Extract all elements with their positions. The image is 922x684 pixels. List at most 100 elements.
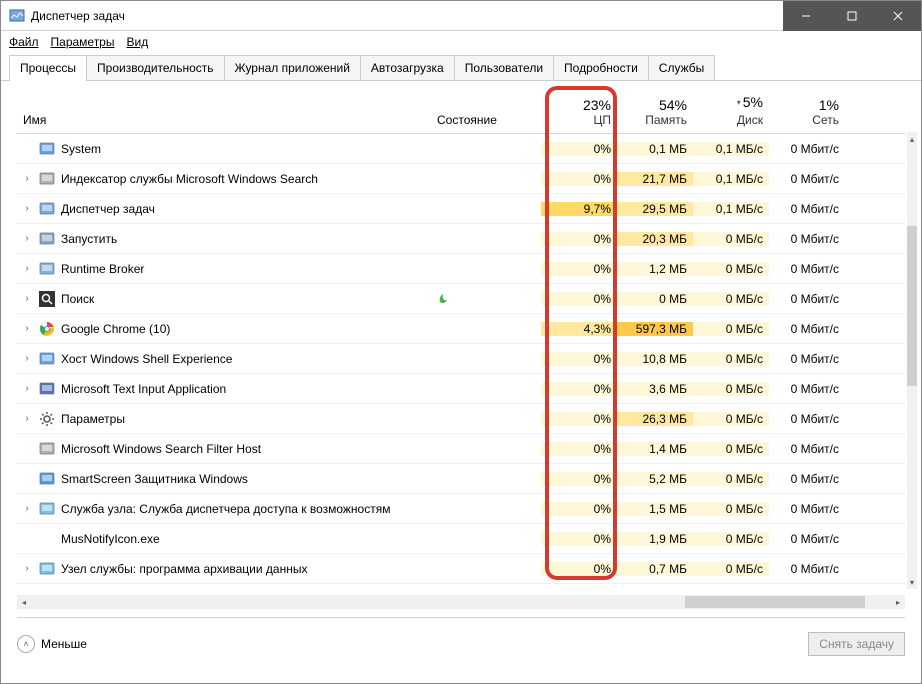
tab-bar: ПроцессыПроизводительностьЖурнал приложе… xyxy=(1,55,921,81)
expand-toggle-icon[interactable]: › xyxy=(21,353,33,364)
table-body: System0%0,1 МБ0,1 МБ/с0 Мбит/с›Индексато… xyxy=(17,134,905,586)
tab-0[interactable]: Процессы xyxy=(9,55,87,80)
network-value: 0 Мбит/с xyxy=(769,412,845,426)
expand-toggle-icon[interactable]: › xyxy=(21,413,33,424)
disk-value: 0 МБ/с xyxy=(693,532,769,546)
table-row[interactable]: System0%0,1 МБ0,1 МБ/с0 Мбит/с xyxy=(17,134,905,164)
menubar: Файл Параметры Вид xyxy=(1,31,921,55)
cpu-value: 0% xyxy=(541,382,617,396)
menu-view[interactable]: Вид xyxy=(126,35,148,49)
expand-toggle-icon[interactable]: › xyxy=(21,383,33,394)
network-value: 0 Мбит/с xyxy=(769,562,845,576)
table-row[interactable]: SmartScreen Защитника Windows0%5,2 МБ0 М… xyxy=(17,464,905,494)
table-row[interactable]: › Microsoft Text Input Application 0%3,6 М… xyxy=(17,374,905,404)
search-icon xyxy=(39,291,55,307)
table-row[interactable]: ›Индексатор службы Microsoft Windows Sea… xyxy=(17,164,905,194)
shell-icon xyxy=(39,351,55,367)
maximize-button[interactable] xyxy=(829,1,875,31)
network-value: 0 Мбит/с xyxy=(769,442,845,456)
network-value: 0 Мбит/с xyxy=(769,352,845,366)
expand-toggle-icon[interactable]: › xyxy=(21,293,33,304)
close-button[interactable] xyxy=(875,1,921,31)
cpu-value: 9,7% xyxy=(541,202,617,216)
column-cpu[interactable]: 23% ЦП xyxy=(541,94,617,133)
scroll-right-icon[interactable]: ▸ xyxy=(891,598,905,607)
table-row[interactable]: ›Узел службы: программа архивации данных… xyxy=(17,554,905,584)
hscrollbar-thumb[interactable] xyxy=(685,596,865,608)
expand-toggle-icon[interactable]: › xyxy=(21,323,33,334)
tab-6[interactable]: Службы xyxy=(648,55,715,80)
column-network[interactable]: 1% Сеть xyxy=(769,94,845,133)
cpu-value: 0% xyxy=(541,502,617,516)
scrollbar-thumb[interactable] xyxy=(907,226,917,386)
table-row[interactable]: MusNotifyIcon.exe 0%1,9 МБ0 МБ/с0 Мбит/с xyxy=(17,524,905,554)
end-task-button[interactable]: Снять задачу xyxy=(808,632,905,656)
network-value: 0 Мбит/с xyxy=(769,142,845,156)
expand-toggle-icon[interactable]: › xyxy=(21,563,33,574)
sort-indicator-icon: ▾ xyxy=(737,98,741,107)
table-row[interactable]: Microsoft Windows Search Filter Host0%1,… xyxy=(17,434,905,464)
tab-4[interactable]: Пользователи xyxy=(454,55,554,80)
process-name: Параметры xyxy=(61,412,125,426)
disk-value: 0 МБ/с xyxy=(693,472,769,486)
table-row[interactable]: ›Поиск0%0 МБ0 МБ/с0 Мбит/с xyxy=(17,284,905,314)
disk-value: 0 МБ/с xyxy=(693,322,769,336)
service-icon xyxy=(39,561,55,577)
expand-toggle-icon[interactable]: › xyxy=(21,173,33,184)
table-row[interactable]: ›Запустить0%20,3 МБ0 МБ/с0 Мбит/с xyxy=(17,224,905,254)
scroll-down-icon[interactable]: ▾ xyxy=(907,575,917,589)
network-value: 0 Мбит/с xyxy=(769,292,845,306)
table-row[interactable]: ›Google Chrome (10)4,3%597,3 МБ0 МБ/с0 М… xyxy=(17,314,905,344)
scroll-left-icon[interactable]: ◂ xyxy=(17,598,31,607)
cpu-value: 0% xyxy=(541,562,617,576)
memory-value: 5,2 МБ xyxy=(617,472,693,486)
tab-1[interactable]: Производительность xyxy=(86,55,224,80)
column-state[interactable]: Состояние xyxy=(431,93,541,133)
tab-3[interactable]: Автозагрузка xyxy=(360,55,455,80)
vertical-scrollbar[interactable]: ▴ ▾ xyxy=(907,132,917,589)
blank-icon xyxy=(39,531,55,547)
tab-5[interactable]: Подробности xyxy=(553,55,649,80)
expand-toggle-icon[interactable]: › xyxy=(21,263,33,274)
menu-file[interactable]: Файл xyxy=(9,35,39,49)
column-memory[interactable]: 54% Память xyxy=(617,94,693,133)
disk-value: 0,1 МБ/с xyxy=(693,202,769,216)
network-value: 0 Мбит/с xyxy=(769,202,845,216)
network-value: 0 Мбит/с xyxy=(769,532,845,546)
table-row[interactable]: ›Хост Windows Shell Experience0%10,8 МБ0… xyxy=(17,344,905,374)
horizontal-scrollbar[interactable]: ◂ ▸ xyxy=(17,595,905,609)
service-icon xyxy=(39,501,55,517)
expand-toggle-icon[interactable]: › xyxy=(21,233,33,244)
tab-2[interactable]: Журнал приложений xyxy=(224,55,361,80)
memory-value: 0,1 МБ xyxy=(617,142,693,156)
table-row[interactable]: ›Параметры0%26,3 МБ0 МБ/с0 Мбит/с xyxy=(17,404,905,434)
process-name: Runtime Broker xyxy=(61,262,144,276)
suspended-icon xyxy=(437,293,449,305)
disk-value: 0 МБ/с xyxy=(693,502,769,516)
expand-toggle-icon[interactable]: › xyxy=(21,503,33,514)
process-name: MusNotifyIcon.exe xyxy=(61,532,160,546)
table-row[interactable]: ›Служба узла: Служба диспетчера доступа … xyxy=(17,494,905,524)
column-name[interactable]: Имя xyxy=(17,93,431,133)
memory-value: 1,9 МБ xyxy=(617,532,693,546)
menu-options[interactable]: Параметры xyxy=(51,35,115,49)
process-name: SmartScreen Защитника Windows xyxy=(61,472,248,486)
cpu-value: 0% xyxy=(541,352,617,366)
column-disk[interactable]: ▾5% Диск xyxy=(693,91,769,133)
process-name: Microsoft Text Input Application xyxy=(61,382,226,396)
minimize-button[interactable] xyxy=(783,1,829,31)
cpu-value: 0% xyxy=(541,232,617,246)
disk-value: 0 МБ/с xyxy=(693,352,769,366)
footer: ˄ Меньше Снять задачу xyxy=(17,617,905,659)
disk-value: 0 МБ/с xyxy=(693,262,769,276)
table-row[interactable]: ›Runtime Broker0%1,2 МБ0 МБ/с0 Мбит/с xyxy=(17,254,905,284)
cpu-value: 0% xyxy=(541,532,617,546)
scroll-up-icon[interactable]: ▴ xyxy=(907,132,917,146)
table-row[interactable]: ›Диспетчер задач9,7%29,5 МБ0,1 МБ/с0 Мби… xyxy=(17,194,905,224)
expand-toggle-icon[interactable]: › xyxy=(21,203,33,214)
memory-value: 3,6 МБ xyxy=(617,382,693,396)
cpu-value: 0% xyxy=(541,172,617,186)
chevron-up-icon: ˄ xyxy=(17,635,35,653)
textinput-icon xyxy=(39,381,55,397)
fewer-details-button[interactable]: ˄ Меньше xyxy=(17,635,87,653)
